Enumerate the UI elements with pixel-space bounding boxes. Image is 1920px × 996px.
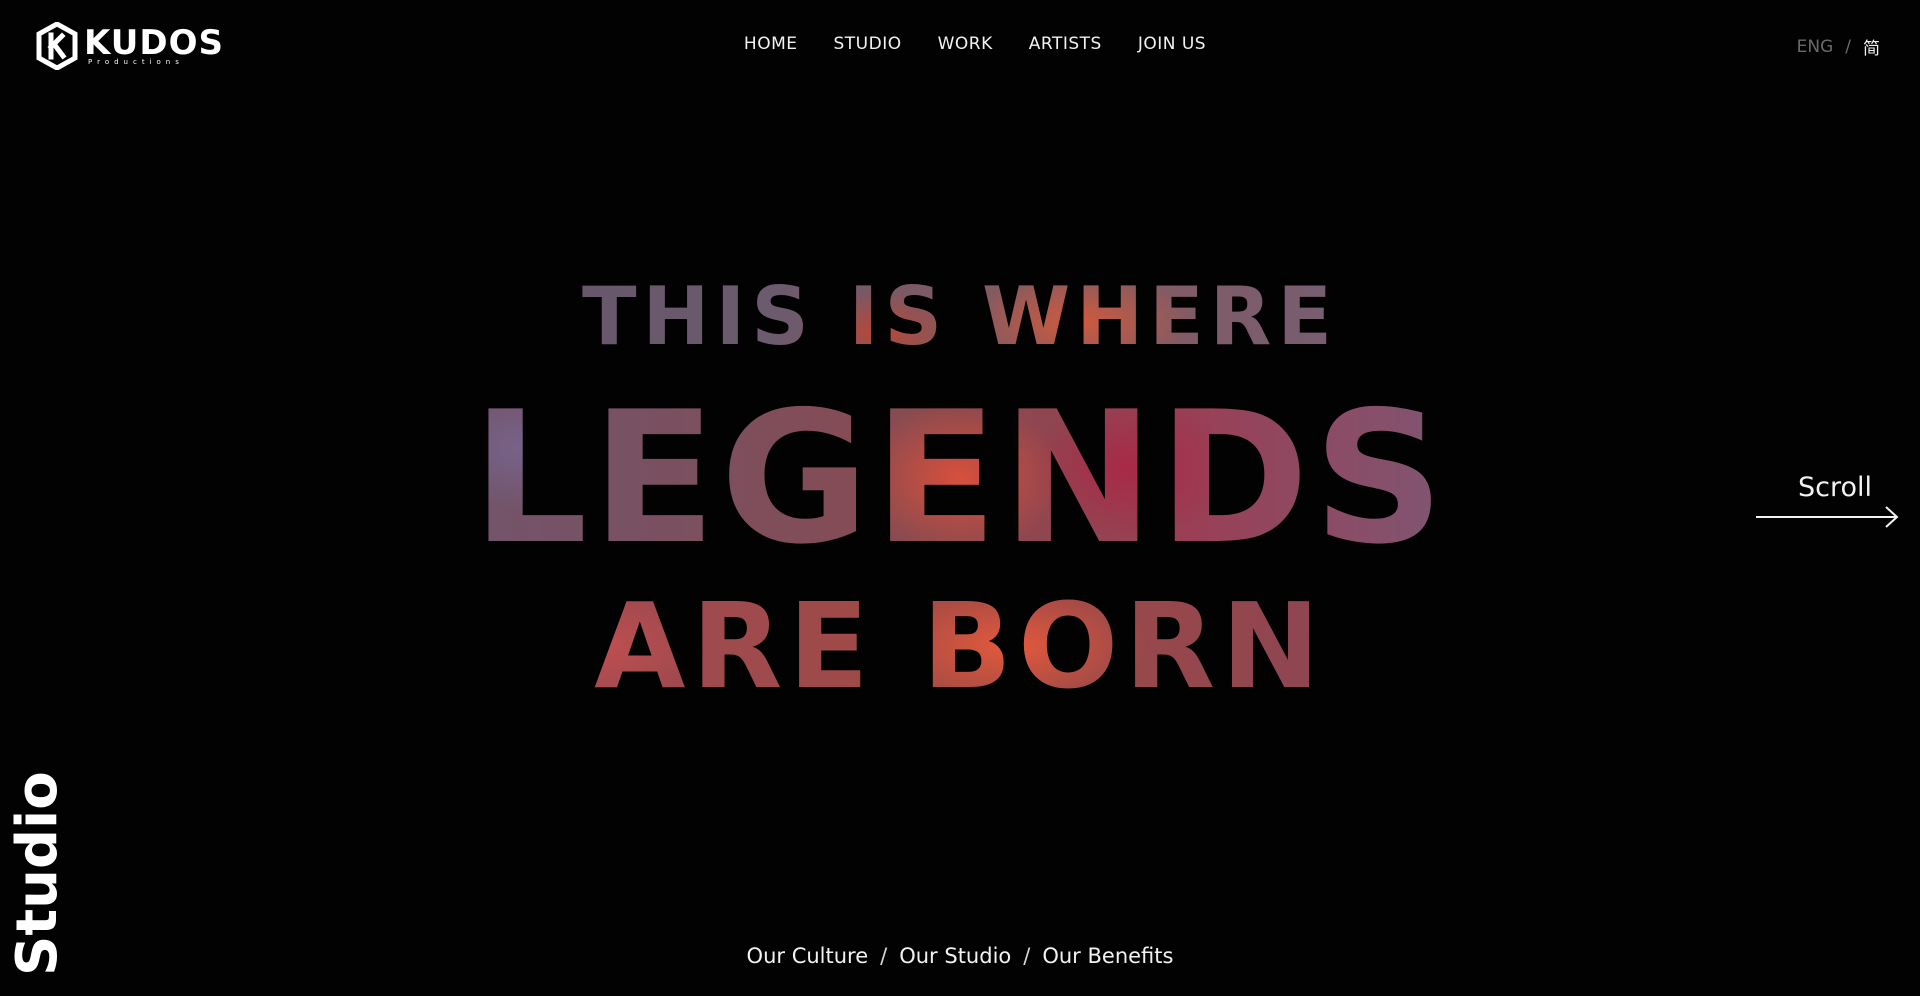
- nav-artists[interactable]: ARTISTS: [1029, 34, 1102, 54]
- hero-line-2: LEGENDS: [0, 388, 1920, 568]
- subnav-separator: /: [880, 944, 888, 968]
- scroll-button[interactable]: Scroll: [1756, 470, 1902, 530]
- page: KUDOS Productions HOME STUDIO WORK ARTIS…: [0, 0, 1920, 996]
- nav-join-us[interactable]: JOIN US: [1138, 34, 1206, 54]
- subnav-our-culture[interactable]: Our Culture: [747, 944, 869, 968]
- nav-work[interactable]: WORK: [938, 34, 993, 54]
- subnav-our-benefits[interactable]: Our Benefits: [1042, 944, 1173, 968]
- subnav-our-studio[interactable]: Our Studio: [899, 944, 1011, 968]
- nav-studio[interactable]: STUDIO: [833, 34, 901, 54]
- lang-chinese[interactable]: 简: [1863, 34, 1880, 59]
- lang-english[interactable]: ENG: [1797, 37, 1834, 57]
- scroll-label: Scroll: [1797, 472, 1872, 503]
- language-switcher: ENG / 简: [1797, 34, 1880, 60]
- subnav-separator: /: [1023, 944, 1031, 968]
- sub-nav: Our Culture / Our Studio / Our Benefits: [0, 944, 1920, 968]
- hero-line-1: THIS IS WHERE: [0, 272, 1920, 362]
- hero-line-3: ARE BORN: [0, 586, 1920, 706]
- nav-home[interactable]: HOME: [744, 34, 798, 54]
- main-nav-list: HOME STUDIO WORK ARTISTS JOIN US: [744, 34, 1206, 54]
- arrow-right-icon: [1756, 506, 1899, 528]
- lang-separator: /: [1845, 36, 1851, 57]
- brand-subtitle: Productions: [88, 58, 184, 66]
- main-nav: HOME STUDIO WORK ARTISTS JOIN US: [0, 34, 1920, 54]
